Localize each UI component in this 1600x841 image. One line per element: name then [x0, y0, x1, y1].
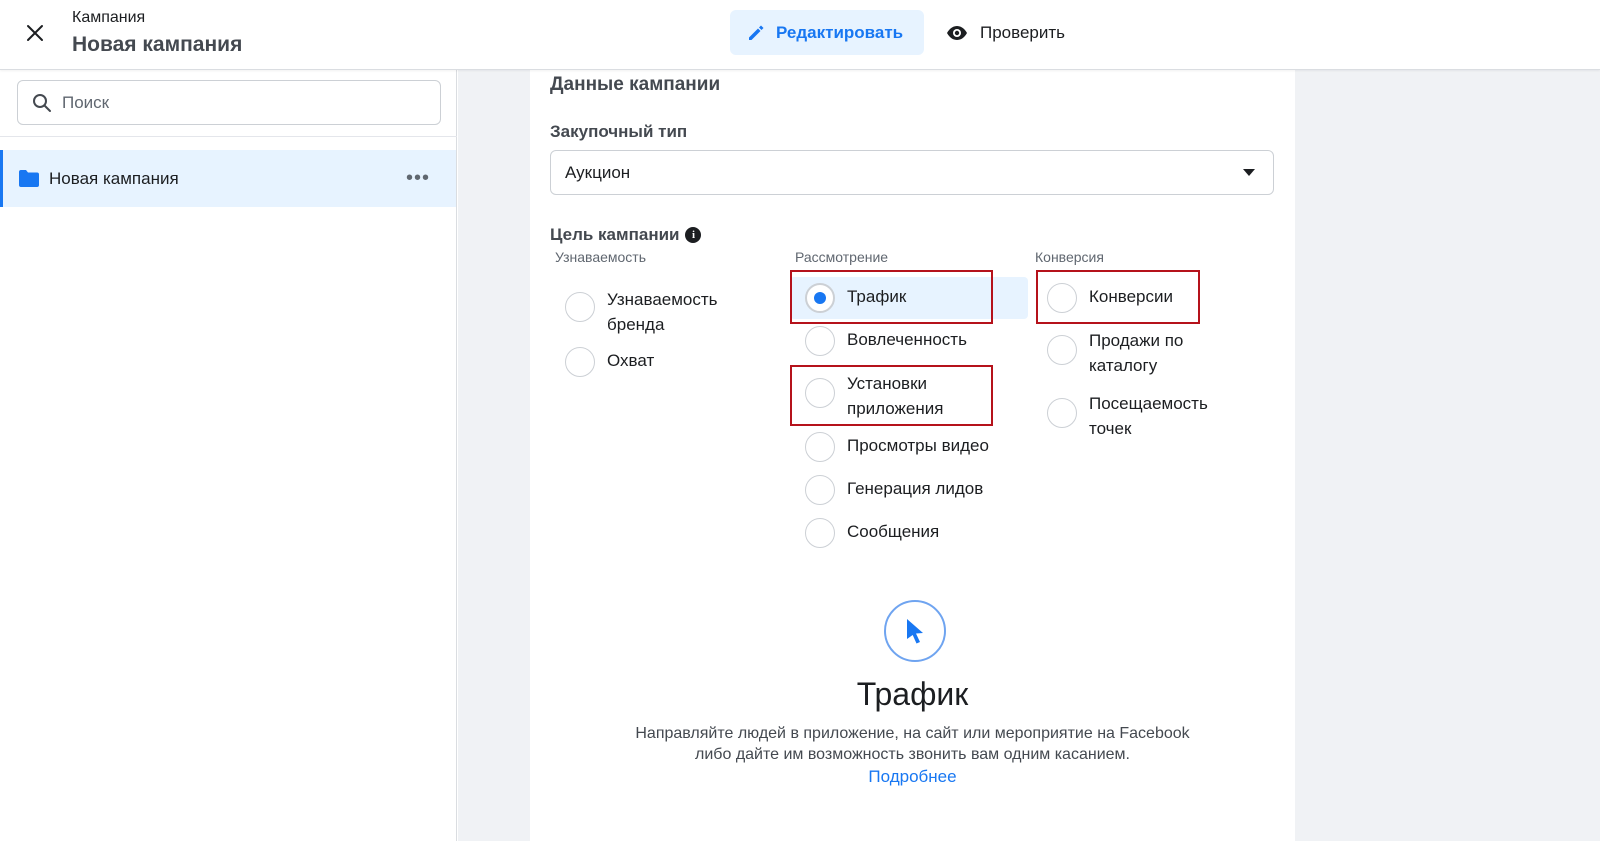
option-messages[interactable]: Сообщения — [805, 518, 1025, 548]
edit-button-label: Редактировать — [776, 22, 904, 42]
option-catalog-sales[interactable]: Продажи по каталогу — [1047, 327, 1247, 378]
option-label: Генерация лидов — [847, 479, 984, 498]
column-heading-consideration: Рассмотрение — [795, 249, 889, 265]
pencil-icon — [749, 25, 764, 40]
buying-type-label: Закупочный тип — [550, 122, 688, 141]
annotation-box-conversions — [1036, 270, 1200, 324]
objective-detail-title: Трафик — [856, 676, 969, 712]
radio-button[interactable] — [805, 475, 835, 505]
radio-button[interactable] — [565, 292, 595, 322]
buying-type-value: Аукцион — [565, 162, 631, 182]
page-title: Новая кампания — [72, 33, 243, 56]
review-button-label: Проверить — [980, 22, 1066, 42]
option-label: Посещаемость точек — [1089, 394, 1208, 438]
cursor-icon-badge — [884, 600, 946, 662]
sidebar: Новая кампания ••• — [0, 70, 457, 841]
edit-button[interactable]: Редактировать — [730, 10, 924, 55]
objective-label-text: Цель кампании — [550, 225, 680, 244]
column-heading-awareness: Узнаваемость — [555, 249, 647, 265]
folder-icon — [19, 170, 39, 187]
close-button[interactable] — [22, 20, 48, 46]
column-heading-conversion: Конверсия — [1035, 249, 1104, 265]
cursor-icon — [907, 619, 923, 644]
learn-more-link[interactable]: Подробнее — [530, 767, 1295, 787]
section-title: Данные кампании — [550, 74, 721, 95]
top-bar: Кампания Новая кампания Редактировать Пр… — [0, 0, 1600, 70]
close-icon — [27, 25, 43, 41]
option-label: Вовлеченность — [847, 330, 967, 349]
option-label: Продажи по каталогу — [1089, 331, 1184, 375]
info-icon[interactable]: i — [685, 227, 702, 243]
sidebar-item-label: Новая кампания — [49, 168, 179, 188]
radio-button[interactable] — [805, 326, 835, 356]
annotation-box-app-installs — [790, 365, 993, 426]
annotation-box-traffic — [790, 270, 993, 324]
sidebar-item-new-campaign[interactable]: Новая кампания ••• — [0, 150, 456, 207]
radio-button[interactable] — [565, 347, 595, 377]
radio-button[interactable] — [805, 432, 835, 462]
search-icon — [33, 93, 51, 112]
caret-down-icon — [1243, 169, 1255, 176]
radio-button[interactable] — [1047, 335, 1077, 365]
review-button[interactable]: Проверить — [946, 10, 1065, 55]
option-label: Просмотры видео — [847, 436, 989, 455]
option-label: Узнаваемость бренда — [607, 290, 718, 334]
option-store-traffic[interactable]: Посещаемость точек — [1047, 390, 1247, 441]
objective-label: Цель кампании i — [550, 225, 702, 245]
option-video-views[interactable]: Просмотры видео — [805, 432, 1025, 462]
radio-button[interactable] — [805, 518, 835, 548]
option-label: Сообщения — [847, 522, 940, 541]
divider — [0, 136, 457, 137]
more-icon[interactable]: ••• — [406, 168, 430, 188]
objective-detail-description: Направляйте людей в приложение, на сайт … — [635, 725, 1190, 763]
eye-icon — [947, 25, 967, 40]
breadcrumb: Кампания — [72, 9, 146, 26]
option-label: Охват — [607, 351, 655, 370]
option-engagement[interactable]: Вовлеченность — [805, 326, 1005, 356]
option-brand-awareness[interactable]: Узнаваемость бренда — [565, 286, 765, 337]
search-input[interactable] — [62, 92, 422, 113]
option-lead-generation[interactable]: Генерация лидов — [805, 475, 1025, 505]
search-box[interactable] — [17, 80, 441, 125]
option-reach[interactable]: Охват — [565, 347, 765, 377]
radio-button[interactable] — [1047, 398, 1077, 428]
buying-type-select[interactable]: Аукцион — [550, 150, 1274, 195]
